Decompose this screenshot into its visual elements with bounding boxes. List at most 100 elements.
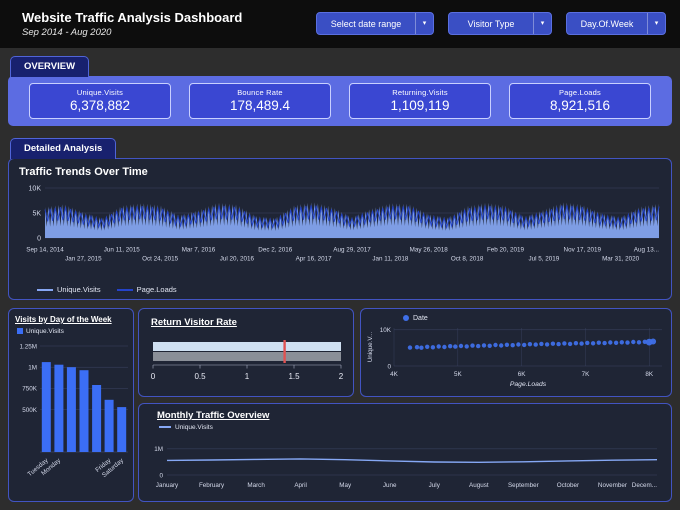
- kpi-label: Unique.Visits: [76, 88, 124, 97]
- legend-label: Unique.Visits: [57, 285, 101, 294]
- legend-label: Page.Loads: [136, 285, 177, 294]
- legend-label: Unique.Visits: [175, 424, 213, 431]
- svg-text:0: 0: [37, 236, 41, 243]
- filter-label: Visitor Type: [467, 18, 515, 29]
- tab-overview[interactable]: OVERVIEW: [10, 56, 90, 77]
- scatter-legend: Date: [403, 315, 428, 322]
- svg-text:750K: 750K: [22, 386, 38, 393]
- svg-text:0: 0: [387, 363, 391, 370]
- header-bar: Website Traffic Analysis Dashboard Sep 2…: [0, 0, 680, 48]
- chart-title: Return Visitor Rate: [151, 317, 237, 328]
- traffic-trends-chart[interactable]: 0 5K 10K Sep 14, 2014Jan 27, 2015Jun 11, 20…: [15, 184, 665, 268]
- filter-dropdown-day-of-week[interactable]: Day.Of.Week ▾: [566, 12, 666, 35]
- monthly-traffic-line-chart[interactable]: 1M 0 January February March April May June July A…: [145, 437, 665, 495]
- svg-text:1M: 1M: [154, 446, 163, 453]
- page-subtitle: Sep 2014 - Aug 2020: [22, 27, 112, 38]
- monthly-legend: Unique.Visits: [159, 424, 213, 431]
- svg-text:April: April: [294, 482, 307, 489]
- filter-dropdown-date-range[interactable]: Select date range ▾: [316, 12, 434, 35]
- date-point-icon: [403, 315, 409, 322]
- kpi-card-page-loads: Page.Loads 8,921,516: [509, 83, 651, 119]
- svg-text:0: 0: [159, 472, 163, 479]
- panel-traffic-trends: Traffic Trends Over Time 0 5K 10K Sep 14, 2…: [8, 158, 672, 300]
- legend-item-unique-visits: Unique.Visits: [37, 285, 101, 294]
- legend-item-date: Date: [403, 315, 428, 322]
- svg-text:August: August: [469, 482, 489, 489]
- svg-text:May 26, 2018: May 26, 2018: [410, 247, 449, 254]
- chevron-down-icon: ▾: [533, 13, 551, 34]
- chevron-down-icon: ▾: [647, 13, 665, 34]
- filter-dropdown-visitor-type[interactable]: Visitor Type ▾: [448, 12, 552, 35]
- chart-title: Traffic Trends Over Time: [19, 166, 148, 178]
- svg-text:Oct 8, 2018: Oct 8, 2018: [451, 256, 484, 263]
- kpi-label: Page.Loads: [558, 88, 602, 97]
- legend-item-unique-visits: Unique.Visits: [159, 424, 213, 431]
- svg-text:Feb 20, 2019: Feb 20, 2019: [487, 247, 525, 254]
- kpi-value: 1,109,119: [390, 98, 450, 113]
- svg-text:Jul 5, 2019: Jul 5, 2019: [528, 256, 559, 263]
- svg-text:Decem...: Decem...: [632, 482, 657, 489]
- svg-text:1.25M: 1.25M: [19, 343, 37, 350]
- return-visitor-rate-gauge[interactable]: 0 0.5 1 1.5 2: [151, 339, 343, 385]
- tab-detailed-analysis[interactable]: Detailed Analysis: [10, 138, 117, 159]
- svg-text:Oct 24, 2015: Oct 24, 2015: [142, 256, 179, 263]
- filter-row: Select date range ▾ Visitor Type ▾ Day.O…: [316, 12, 666, 35]
- kpi-value: 178,489.4: [229, 98, 291, 113]
- square-swatch-icon: [17, 328, 23, 335]
- line-swatch-icon: [116, 289, 133, 292]
- kpi-label: Returning.Visits: [392, 88, 448, 97]
- kpi-card-returning-visits: Returning.Visits 1,109,119: [349, 83, 491, 119]
- kpi-card-bounce-rate: Bounce Rate 178,489.4: [189, 83, 331, 119]
- svg-text:5K: 5K: [32, 211, 41, 218]
- svg-text:Aug 13...: Aug 13...: [634, 247, 659, 254]
- chart-title: Visits by Day of the Week: [15, 315, 112, 324]
- svg-text:Mar 7, 2016: Mar 7, 2016: [182, 247, 216, 254]
- svg-text:Jan 27, 2015: Jan 27, 2015: [65, 256, 102, 263]
- svg-text:September: September: [508, 482, 539, 489]
- legend-label: Date: [413, 315, 428, 322]
- visits-vs-pageloads-scatter[interactable]: 10K 04K 5K 6K 7K 8K Page.Loads Unique.V...: [364, 324, 670, 396]
- kpi-label: Bounce Rate: [237, 88, 283, 97]
- svg-text:4K: 4K: [390, 371, 399, 378]
- svg-text:March: March: [247, 482, 265, 489]
- filter-label: Day.Of.Week: [580, 18, 634, 29]
- svg-text:October: October: [557, 482, 579, 489]
- svg-text:6K: 6K: [518, 371, 527, 378]
- svg-text:Page.Loads: Page.Loads: [510, 381, 547, 388]
- svg-text:January: January: [156, 482, 179, 489]
- filter-label: Select date range: [330, 18, 402, 29]
- svg-text:Dec 2, 2016: Dec 2, 2016: [258, 247, 292, 254]
- svg-text:Jul 20, 2016: Jul 20, 2016: [220, 256, 255, 263]
- svg-text:1M: 1M: [28, 365, 37, 372]
- svg-text:10K: 10K: [29, 186, 42, 193]
- panel-visits-by-day: Visits by Day of the Week Unique.Visits …: [8, 308, 134, 502]
- svg-text:July: July: [429, 482, 441, 489]
- svg-text:5K: 5K: [454, 371, 463, 378]
- svg-text:1: 1: [245, 372, 250, 381]
- panel-return-visitor-rate: Return Visitor Rate 0 0.5 1 1.5 2: [138, 308, 354, 397]
- legend-item-unique-visits: Unique.Visits: [17, 328, 64, 335]
- svg-text:0: 0: [151, 372, 156, 381]
- line-swatch-icon: [159, 426, 171, 429]
- svg-text:Mar 31, 2020: Mar 31, 2020: [602, 256, 640, 263]
- svg-text:May: May: [339, 482, 352, 489]
- svg-text:7K: 7K: [582, 371, 591, 378]
- svg-text:Jun 11, 2015: Jun 11, 2015: [104, 247, 140, 254]
- svg-text:June: June: [383, 482, 397, 489]
- legend-item-page-loads: Page.Loads: [116, 285, 177, 294]
- panel-visits-vs-pageloads: Date 10K 0 4K 5K 6K 7K 8K Page.Loads Unique.V...: [360, 308, 672, 397]
- svg-text:1.5: 1.5: [288, 372, 300, 381]
- svg-text:2: 2: [339, 372, 343, 381]
- line-swatch-icon: [37, 289, 53, 292]
- svg-text:Aug 29, 2017: Aug 29, 2017: [333, 247, 371, 254]
- chart-title: Monthly Traffic Overview: [157, 410, 270, 421]
- day-of-week-bar-chart[interactable]: 1.25M1M750K500KTuesdayMonday FridaySaturd…: [10, 340, 132, 500]
- page-title: Website Traffic Analysis Dashboard: [22, 10, 243, 25]
- dashboard: Website Traffic Analysis Dashboard Sep 2…: [0, 0, 680, 510]
- kpi-value: 8,921,516: [549, 98, 611, 113]
- kpi-value: 6,378,882: [69, 98, 131, 113]
- svg-text:Apr 16, 2017: Apr 16, 2017: [296, 256, 333, 263]
- svg-text:0.5: 0.5: [194, 372, 206, 381]
- kpi-card-unique-visits: Unique.Visits 6,378,882: [29, 83, 171, 119]
- kpi-bar: Unique.Visits 6,378,882 Bounce Rate 178,…: [8, 76, 672, 126]
